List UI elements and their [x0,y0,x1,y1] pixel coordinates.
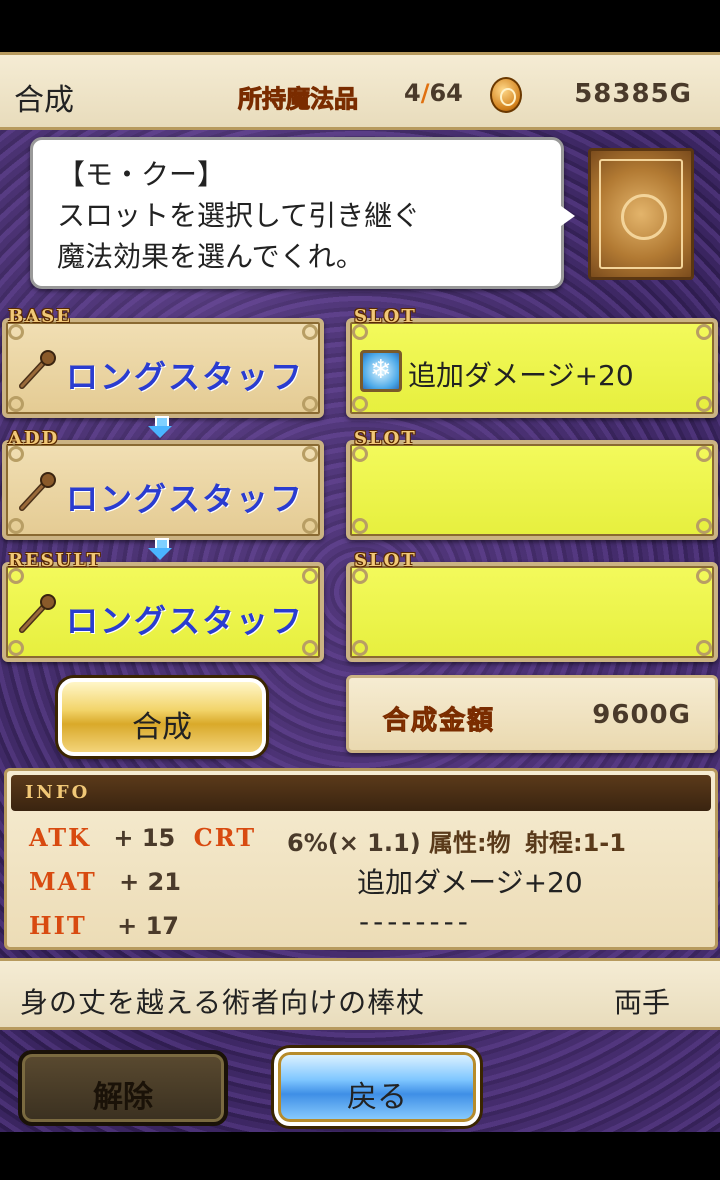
crt-key: CRT [193,823,257,852]
hit-stat: HIT + 17 [29,911,179,940]
result-tag: RESULT [8,550,102,571]
arrow-down-icon [148,416,172,438]
hand-type: 両手 [614,986,671,1019]
staff-icon [19,350,56,389]
add-item-panel[interactable]: ロングスタッフ [2,440,324,540]
synthesize-label: 合成 [132,710,192,745]
slot-effect-1: 追加ダメージ+20 [408,359,634,392]
mat-value: + 21 [119,868,181,896]
owned-current: 4 [404,79,421,107]
npc-dialog: 【モ・クー】 スロットを選択して引き継ぐ 魔法効果を選んでくれ。 [30,137,575,289]
effect-line-2: -------- [359,905,472,938]
base-item-panel[interactable]: ロングスタッフ [2,318,324,418]
attribute: 属性:物 [429,829,511,857]
gold-coin-icon [490,77,522,113]
info-panel: INFO ATK + 15 CRT 6%(× 1.1) 属性:物 射程:1-1 … [4,768,718,950]
item-description: 身の丈を越える術者向けの棒杖 [20,986,426,1019]
top-bar: 合成 所持魔法品 4/64 58385G [0,52,720,130]
synthesis-cost: 合成金額 9600G [346,675,718,753]
slot-panel-3[interactable] [346,562,718,662]
cost-label: 合成金額 [382,706,496,737]
arrow-down-icon [148,538,172,560]
slot-panel-2[interactable] [346,440,718,540]
atk-key: ATK [29,823,92,852]
info-header: INFO [11,775,711,811]
result-item-name: ロングスタッフ [66,602,305,640]
crt-value: 6%(× 1.1) [287,829,421,857]
mat-key: MAT [29,867,97,896]
staff-icon [19,472,56,511]
info-title: INFO [25,782,91,803]
hit-key: HIT [29,911,87,940]
atk-stat: ATK + 15 CRT [29,823,256,852]
result-item-panel[interactable]: ロングスタッフ [2,562,324,662]
slot-tag-2: SLOT [354,428,417,449]
base-tag: BASE [8,306,72,327]
slot-tag-1: SLOT [354,306,417,327]
add-tag: ADD [8,428,60,449]
owned-items-label: 所持魔法品 [238,85,359,114]
npc-card-icon [588,148,694,280]
release-button[interactable]: 解除 [18,1050,228,1126]
add-item-name: ロングスタッフ [66,480,305,518]
crt-attr-range: 6%(× 1.1) 属性:物 射程:1-1 [287,823,626,858]
synthesize-button[interactable]: 合成 [58,678,266,756]
release-label: 解除 [93,1080,153,1115]
hit-value: + 17 [117,912,179,940]
base-item-name: ロングスタッフ [66,358,305,396]
cost-value: 9600G [592,700,691,730]
dialog-line-2: 魔法効果を選んでくれ。 [57,240,364,273]
page-title: 合成 [14,83,74,118]
slot-panel-1[interactable]: 追加ダメージ+20 [346,318,718,418]
back-label: 戻る [347,1080,407,1115]
gold-amount: 58385G [574,79,692,109]
owned-items-count: 4/64 [404,79,463,107]
range: 射程:1-1 [525,829,626,857]
mat-stat: MAT + 21 [29,867,181,896]
slot-tag-3: SLOT [354,550,417,571]
dialog-line-1: スロットを選択して引き継ぐ [57,199,421,232]
atk-value: + 15 [113,824,176,852]
effect-line-1: 追加ダメージ+20 [357,866,583,899]
back-button[interactable]: 戻る [274,1048,480,1126]
ice-crystal-icon [360,350,402,392]
item-description-bar: 身の丈を越える術者向けの棒杖 両手 [0,958,720,1030]
dialog-speaker: 【モ・クー】 [57,158,226,191]
staff-icon [19,594,56,633]
owned-max: 64 [429,79,463,107]
